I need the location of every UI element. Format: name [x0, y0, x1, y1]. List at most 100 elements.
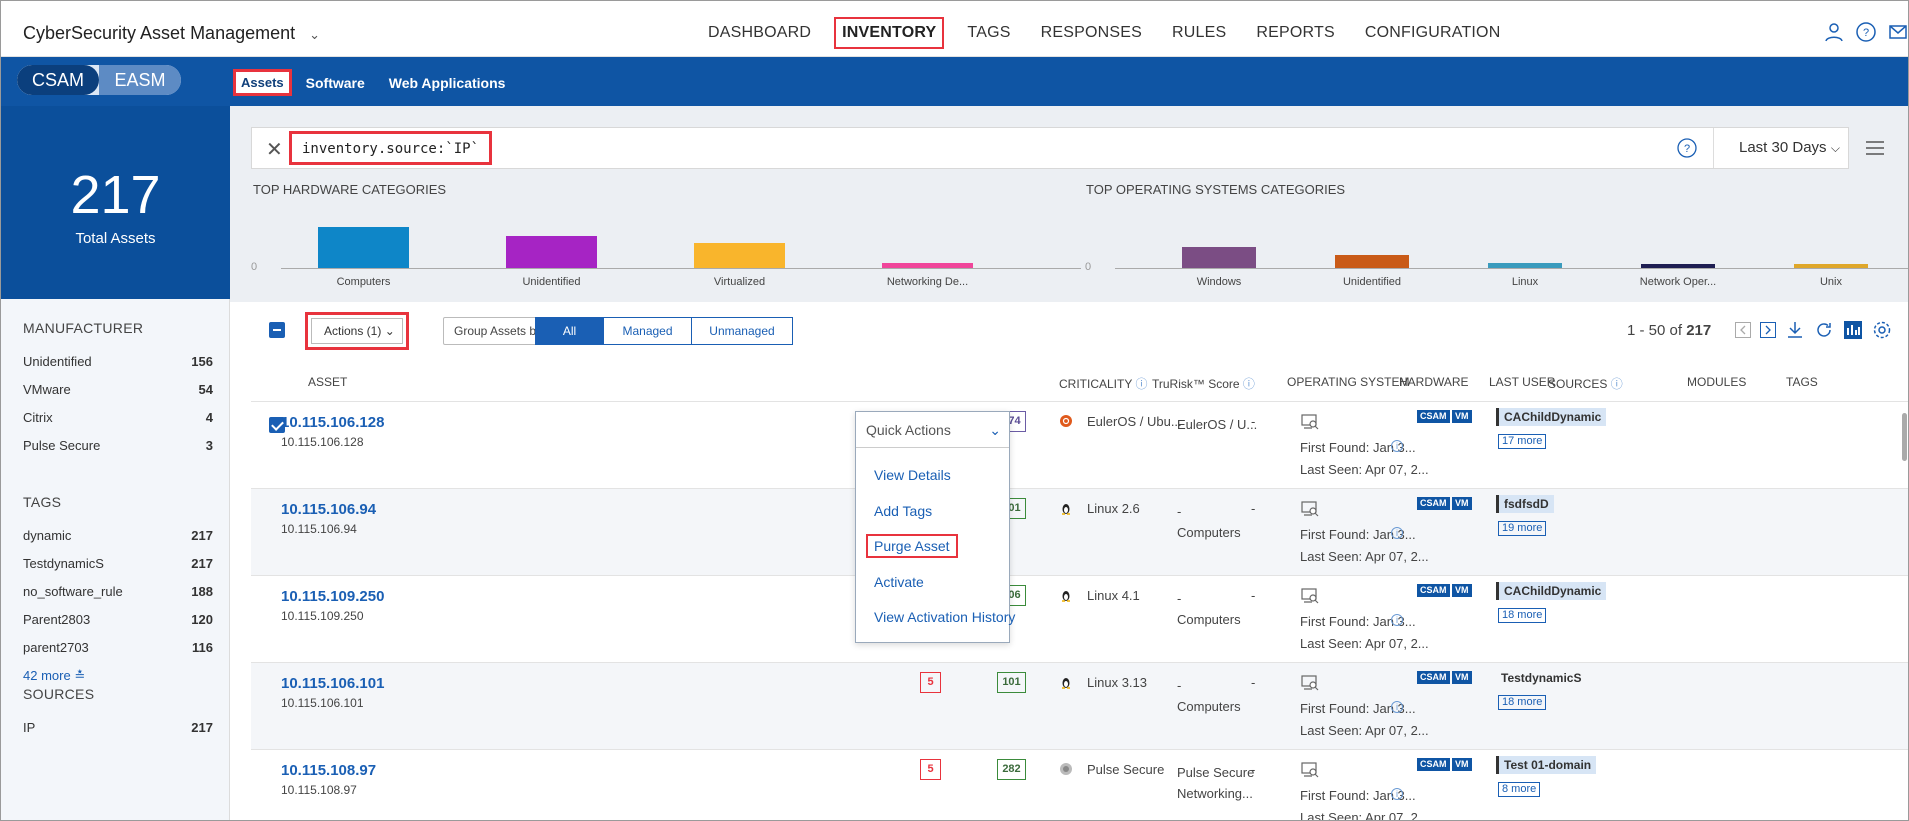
more-tags-link[interactable]: 8 more [1498, 782, 1541, 797]
filter-managed[interactable]: Managed [604, 318, 692, 344]
table-row[interactable]: 10.115.106.128 10.115.106.128 5 674 Eule… [251, 401, 1908, 488]
manufacturer-item[interactable]: Citrix 4 [23, 410, 213, 438]
nav-inventory[interactable]: INVENTORY [834, 17, 945, 49]
more-tags-link[interactable]: 17 more [1498, 434, 1547, 449]
query-help-icon[interactable]: ? [1676, 137, 1698, 159]
toggle-easm[interactable]: EASM [99, 65, 181, 95]
toggle-csam[interactable]: CSAM [17, 65, 99, 95]
asset-tag[interactable]: CAChildDynamic [1496, 408, 1607, 426]
filter-unmanaged[interactable]: Unmanaged [692, 318, 792, 344]
info-icon[interactable]: i [1391, 788, 1403, 800]
purge-asset-menu-item[interactable]: Purge Asset [866, 534, 958, 558]
ip-scan-source-icon[interactable] [1301, 414, 1319, 430]
chart-bar[interactable] [318, 227, 409, 268]
info-icon[interactable]: i [1391, 614, 1403, 626]
csam-easm-toggle[interactable]: CSAM EASM [17, 65, 181, 95]
tab-web-applications[interactable]: Web Applications [389, 75, 506, 91]
col-trurisk[interactable]: TruRisk™ Score ⓘ [1152, 375, 1255, 392]
prev-page-icon[interactable] [1735, 322, 1751, 338]
ip-scan-source-icon[interactable] [1301, 675, 1319, 691]
table-scrollbar[interactable] [1902, 413, 1907, 461]
table-row[interactable]: 10.115.109.250 10.115.109.250 5 106 Linu… [251, 575, 1908, 662]
asset-name-link[interactable]: 10.115.109.250 [281, 588, 384, 605]
asset-tag[interactable]: CAChildDynamic [1496, 582, 1607, 600]
tag-filter-item[interactable]: no_software_rule 188 [23, 584, 213, 612]
table-row[interactable]: 10.115.106.94 10.115.106.94 5 101 Linux … [251, 488, 1908, 575]
tags-more-link[interactable]: 42 more ≛ [23, 668, 213, 684]
app-switcher[interactable]: CyberSecurity Asset Management ⌄ [23, 23, 320, 44]
chart-bar[interactable] [1488, 263, 1562, 268]
info-icon[interactable]: i [1391, 701, 1403, 713]
ip-scan-source-icon[interactable] [1301, 501, 1319, 517]
table-row[interactable]: 10.115.108.97 10.115.108.97 5 282 Pulse … [251, 749, 1908, 820]
col-hardware[interactable]: HARDWARE [1399, 375, 1469, 389]
col-last-user[interactable]: LAST USER [1489, 375, 1555, 389]
asset-tag[interactable]: TestdynamicS [1496, 669, 1586, 687]
mail-icon[interactable] [1887, 21, 1909, 43]
hardware: Pulse Secure Networking... [1177, 762, 1254, 804]
table-row[interactable]: 10.115.106.101 10.115.106.101 5 101 Linu… [251, 662, 1908, 749]
more-tags-link[interactable]: 18 more [1498, 695, 1547, 710]
nav-reports[interactable]: REPORTS [1249, 17, 1341, 49]
search-query-input[interactable]: inventory.source:`IP` [289, 131, 493, 165]
tag-filter-item[interactable]: TestdynamicS 217 [23, 556, 213, 584]
tag-filter-item[interactable]: dynamic 217 [23, 528, 213, 556]
asset-tag[interactable]: fsdfsdD [1496, 495, 1554, 513]
refresh-icon[interactable] [1814, 320, 1834, 340]
next-page-icon[interactable] [1760, 322, 1776, 338]
select-all-checkbox[interactable] [269, 322, 285, 338]
view-details-menu-item[interactable]: View Details [874, 467, 951, 483]
chart-bar[interactable] [506, 236, 597, 268]
ip-scan-source-icon[interactable] [1301, 588, 1319, 604]
tab-assets[interactable]: Assets [233, 69, 292, 96]
col-modules[interactable]: MODULES [1687, 375, 1746, 389]
ip-scan-source-icon[interactable] [1301, 762, 1319, 778]
nav-rules[interactable]: RULES [1165, 17, 1233, 49]
manufacturer-item[interactable]: Unidentified 156 [23, 354, 213, 382]
asset-name-link[interactable]: 10.115.106.101 [281, 675, 384, 692]
asset-name-link[interactable]: 10.115.106.128 [281, 414, 384, 431]
manufacturer-item[interactable]: Pulse Secure 3 [23, 438, 213, 466]
tag-filter-item[interactable]: parent2703 116 [23, 640, 213, 668]
chart-bar[interactable] [1182, 247, 1256, 268]
view-activation-history-menu-item[interactable]: View Activation History [874, 609, 1015, 625]
user-icon[interactable] [1823, 21, 1845, 43]
manufacturer-item[interactable]: VMware 54 [23, 382, 213, 410]
chart-bar[interactable] [882, 263, 973, 268]
col-asset[interactable]: ASSET [308, 375, 347, 389]
tag-filter-item[interactable]: Parent2803 120 [23, 612, 213, 640]
download-icon[interactable] [1785, 320, 1805, 340]
chart-bar[interactable] [1641, 264, 1715, 268]
chart-bar[interactable] [694, 243, 785, 268]
clear-search-icon[interactable]: ✕ [266, 137, 283, 162]
chart-bar[interactable] [1335, 255, 1409, 268]
actions-dropdown[interactable]: Actions (1) ⌄ [311, 318, 403, 344]
hamburger-menu-icon[interactable] [1866, 141, 1884, 155]
source-filter-item[interactable]: IP 217 [23, 720, 213, 748]
nav-responses[interactable]: RESPONSES [1034, 17, 1149, 49]
nav-tags[interactable]: TAGS [960, 17, 1017, 49]
col-os[interactable]: OPERATING SYSTEM [1287, 375, 1409, 389]
tab-software[interactable]: Software [306, 75, 365, 91]
nav-dashboard[interactable]: DASHBOARD [701, 17, 818, 49]
help-icon[interactable]: ? [1855, 21, 1877, 43]
nav-configuration[interactable]: CONFIGURATION [1358, 17, 1508, 49]
info-icon[interactable]: i [1391, 440, 1403, 452]
asset-name-link[interactable]: 10.115.106.94 [281, 501, 376, 518]
col-sources[interactable]: SOURCES ⓘ [1548, 375, 1623, 392]
more-tags-link[interactable]: 18 more [1498, 608, 1547, 623]
info-icon[interactable]: i [1391, 527, 1403, 539]
more-tags-link[interactable]: 19 more [1498, 521, 1547, 536]
asset-name-link[interactable]: 10.115.108.97 [281, 762, 376, 779]
date-range-dropdown[interactable]: Last 30 Days ⌵ [1713, 128, 1850, 168]
chart-bar[interactable] [1794, 264, 1868, 268]
col-tags[interactable]: TAGS [1786, 375, 1818, 389]
activate-menu-item[interactable]: Activate [874, 574, 924, 590]
filter-all[interactable]: All [536, 318, 604, 344]
quick-actions-dropdown[interactable]: Quick Actions ⌄ [856, 412, 1009, 448]
columns-icon[interactable] [1843, 320, 1863, 340]
add-tags-menu-item[interactable]: Add Tags [874, 503, 932, 519]
settings-gear-icon[interactable] [1872, 320, 1892, 340]
col-criticality[interactable]: CRITICALITY ⓘ [1059, 375, 1147, 392]
asset-tag[interactable]: Test 01-domain [1496, 756, 1597, 774]
